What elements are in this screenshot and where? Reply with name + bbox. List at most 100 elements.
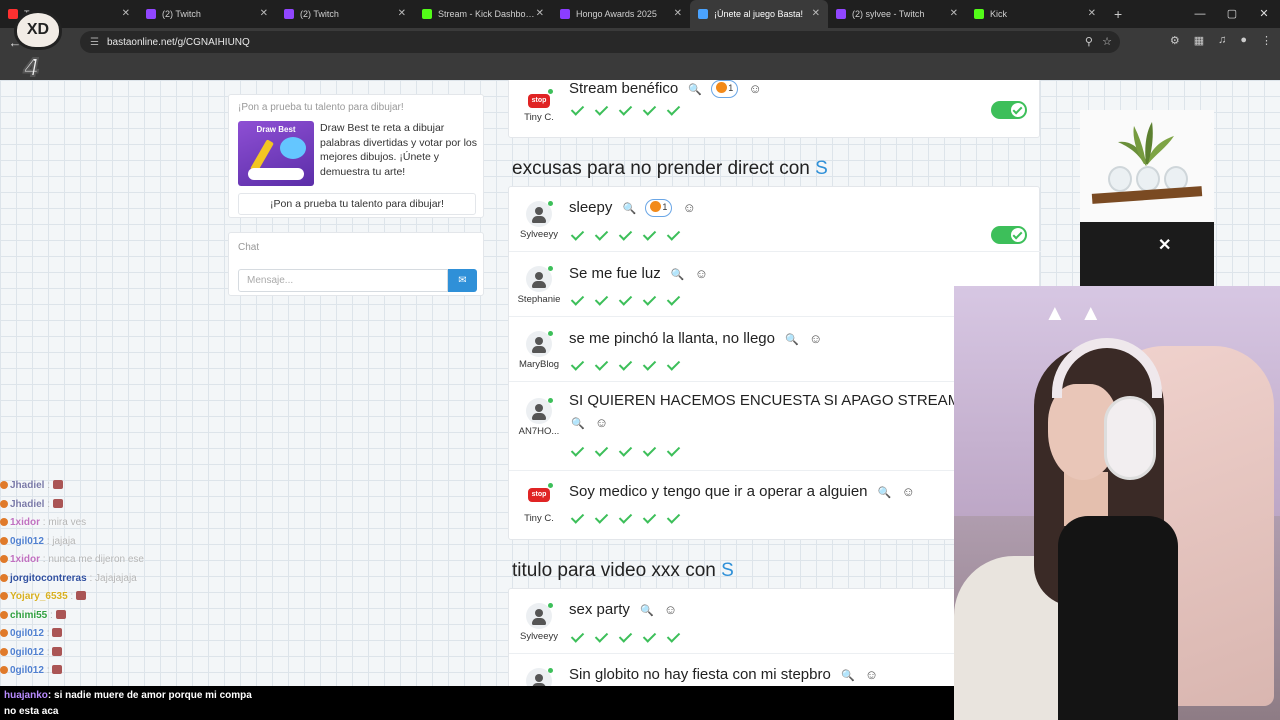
minimize-button[interactable]: — bbox=[1184, 0, 1216, 28]
new-tab-button[interactable]: + bbox=[1114, 6, 1122, 22]
url-field[interactable]: ☰ bastaonline.net/g/CGNAIHIUNQ ⚲ ☆ bbox=[80, 31, 1120, 53]
vote-badge[interactable]: 1 bbox=[711, 80, 739, 98]
check-icon[interactable] bbox=[641, 444, 659, 458]
plant-ad[interactable] bbox=[1080, 110, 1214, 222]
check-icon[interactable] bbox=[593, 358, 611, 372]
check-icon[interactable] bbox=[569, 511, 587, 525]
tab-close-icon[interactable]: ✕ bbox=[674, 8, 682, 19]
tab-close-icon[interactable]: ✕ bbox=[950, 8, 958, 19]
check-icon[interactable] bbox=[569, 293, 587, 307]
search-icon[interactable]: 🔍 bbox=[841, 670, 855, 682]
browser-tab[interactable]: Stream - Kick Dashboard ✕ bbox=[414, 0, 552, 28]
check-icon[interactable] bbox=[641, 228, 659, 242]
check-icon[interactable] bbox=[593, 511, 611, 525]
check-icon[interactable] bbox=[593, 103, 611, 117]
tab-close-icon[interactable]: ✕ bbox=[398, 8, 406, 19]
search-icon[interactable]: 🔍 bbox=[878, 487, 892, 499]
add-reaction-icon[interactable]: ☺ bbox=[695, 266, 708, 281]
check-icon[interactable] bbox=[641, 358, 659, 372]
check-icon[interactable] bbox=[617, 103, 635, 117]
tab-close-icon[interactable]: ✕ bbox=[260, 8, 268, 19]
browser-tab[interactable]: (2) Twitch ✕ bbox=[276, 0, 414, 28]
check-icon[interactable] bbox=[617, 511, 635, 525]
check-icon[interactable] bbox=[665, 103, 683, 117]
add-reaction-icon[interactable]: ☺ bbox=[595, 415, 608, 430]
check-icon[interactable] bbox=[617, 358, 635, 372]
tab-label: (2) Twitch bbox=[162, 9, 201, 19]
clothing-ad[interactable] bbox=[1080, 222, 1214, 286]
check-icon[interactable] bbox=[641, 103, 659, 117]
check-icon[interactable] bbox=[665, 358, 683, 372]
tab-close-icon[interactable]: ✕ bbox=[812, 8, 820, 19]
check-icon[interactable] bbox=[569, 228, 587, 242]
tab-close-icon[interactable]: ✕ bbox=[536, 8, 544, 19]
check-icon[interactable] bbox=[593, 293, 611, 307]
browser-tab[interactable]: (2) sylvee - Twitch ✕ bbox=[828, 0, 966, 28]
puzzle-icon[interactable]: ▦ bbox=[1194, 34, 1204, 47]
promo-button[interactable]: ¡Pon a prueba tu talento para dibujar! bbox=[238, 193, 476, 215]
browser-tab[interactable]: (2) Twitch ✕ bbox=[138, 0, 276, 28]
check-icon[interactable] bbox=[617, 444, 635, 458]
check-icon[interactable] bbox=[569, 103, 587, 117]
browser-tab[interactable]: ¡Únete al juego Basta! ✕ bbox=[690, 0, 828, 28]
zoom-icon[interactable]: ⚲ ☆ bbox=[1085, 35, 1112, 48]
check-icon[interactable] bbox=[665, 511, 683, 525]
tab-close-icon[interactable]: ✕ bbox=[1088, 8, 1096, 19]
media-icon[interactable]: ♫ bbox=[1218, 34, 1226, 47]
search-icon[interactable]: 🔍 bbox=[623, 203, 637, 215]
add-reaction-icon[interactable]: ☺ bbox=[748, 81, 761, 96]
maximize-button[interactable]: ▢ bbox=[1216, 0, 1248, 28]
profile-icon[interactable]: ● bbox=[1240, 34, 1247, 47]
online-indicator bbox=[548, 603, 553, 608]
tab-close-icon[interactable]: ✕ bbox=[122, 8, 130, 19]
add-reaction-icon[interactable]: ☺ bbox=[902, 484, 915, 499]
check-icon[interactable] bbox=[665, 630, 683, 644]
browser-tab[interactable]: Hongo Awards 2025 ✕ bbox=[552, 0, 690, 28]
add-reaction-icon[interactable]: ☺ bbox=[683, 200, 696, 215]
promo-image[interactable]: Draw Best bbox=[238, 121, 314, 186]
search-icon[interactable]: 🔍 bbox=[640, 605, 654, 617]
check-icon[interactable] bbox=[617, 293, 635, 307]
chat-badge-icon bbox=[0, 666, 8, 674]
search-icon[interactable]: 🔍 bbox=[785, 334, 799, 346]
check-icon[interactable] bbox=[593, 444, 611, 458]
add-reaction-icon[interactable]: ☺ bbox=[664, 602, 677, 617]
search-icon[interactable]: 🔍 bbox=[688, 84, 702, 96]
site-info-icon[interactable]: ☰ bbox=[90, 37, 99, 48]
menu-icon[interactable]: ⋮ bbox=[1261, 34, 1272, 47]
extension-icon[interactable]: ⚙ bbox=[1170, 34, 1180, 47]
vote-badge[interactable]: 1 bbox=[645, 199, 673, 217]
search-icon[interactable]: 🔍 bbox=[671, 269, 685, 281]
search-icon[interactable]: 🔍 bbox=[571, 418, 585, 430]
check-icon[interactable] bbox=[617, 228, 635, 242]
check-icon[interactable] bbox=[569, 358, 587, 372]
validation-checks bbox=[569, 630, 683, 644]
player-name: MaryBlog bbox=[518, 359, 560, 370]
check-icon[interactable] bbox=[641, 293, 659, 307]
validation-checks bbox=[569, 358, 683, 372]
chat-message-input[interactable]: Mensaje... bbox=[238, 269, 448, 292]
promo-card: ¡Pon a prueba tu talento para dibujar! D… bbox=[228, 94, 484, 218]
check-icon[interactable] bbox=[593, 228, 611, 242]
check-icon[interactable] bbox=[593, 630, 611, 644]
add-reaction-icon[interactable]: ☺ bbox=[865, 667, 878, 682]
check-icon[interactable] bbox=[569, 444, 587, 458]
check-icon[interactable] bbox=[665, 293, 683, 307]
browser-tab[interactable]: Kick ✕ bbox=[966, 0, 1104, 28]
check-icon[interactable] bbox=[617, 630, 635, 644]
chat-badge-icon bbox=[0, 610, 8, 619]
accept-toggle[interactable] bbox=[991, 101, 1027, 119]
bookmark-bar bbox=[0, 56, 1280, 80]
accept-toggle[interactable] bbox=[991, 226, 1027, 244]
send-button[interactable]: ✉ bbox=[448, 269, 477, 292]
check-icon[interactable] bbox=[641, 630, 659, 644]
add-reaction-icon[interactable]: ☺ bbox=[809, 331, 822, 346]
close-ad-icon[interactable]: ✕ bbox=[1158, 235, 1171, 255]
check-icon[interactable] bbox=[569, 630, 587, 644]
check-icon[interactable] bbox=[641, 511, 659, 525]
check-icon[interactable] bbox=[665, 444, 683, 458]
plant-leaves-icon bbox=[1118, 122, 1174, 166]
toolbar-icons: ⚙ ▦ ♫ ● ⋮ bbox=[1170, 34, 1272, 47]
check-icon[interactable] bbox=[665, 228, 683, 242]
close-window-button[interactable]: ✕ bbox=[1248, 0, 1280, 28]
